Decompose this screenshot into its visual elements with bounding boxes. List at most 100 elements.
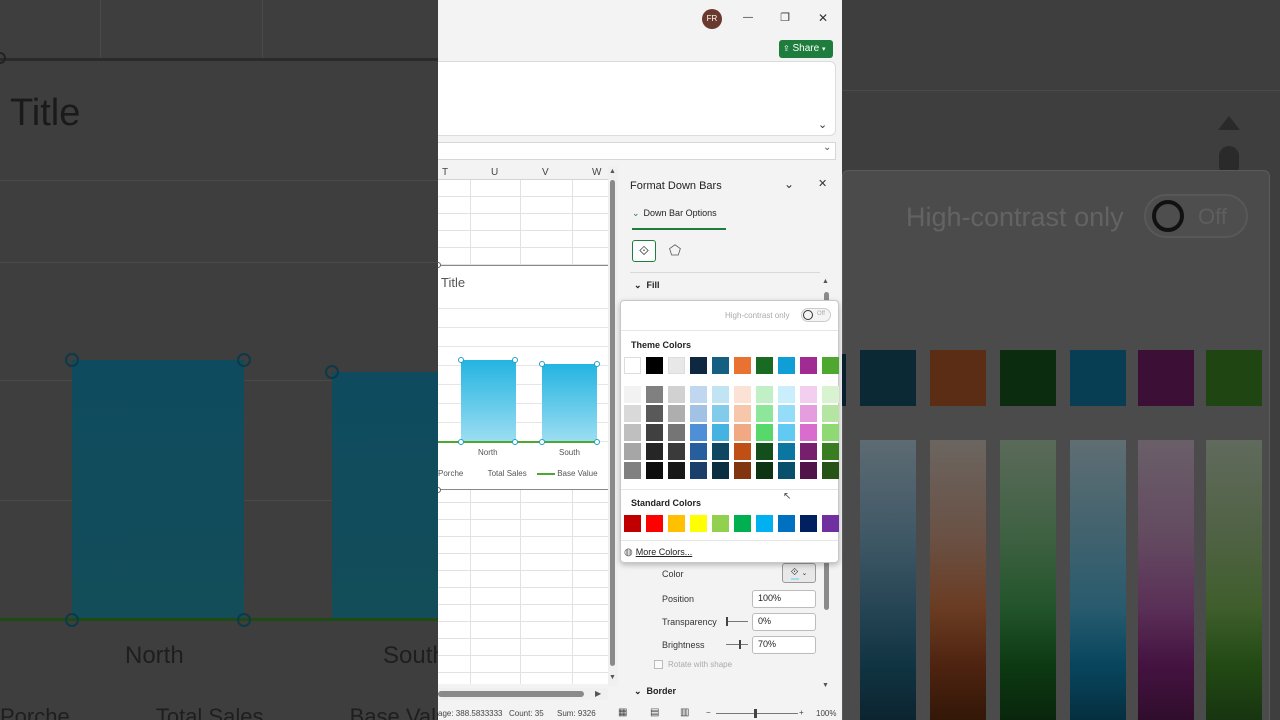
- fill-line-icon-button[interactable]: ⟐: [632, 240, 656, 262]
- formula-bar[interactable]: [438, 142, 836, 160]
- theme-tint-swatch[interactable]: [712, 405, 729, 422]
- theme-color-swatch[interactable]: [646, 357, 663, 374]
- theme-tint-swatch[interactable]: [712, 462, 729, 479]
- theme-tint-swatch[interactable]: [690, 443, 707, 460]
- theme-tint-swatch[interactable]: [822, 424, 839, 441]
- theme-tint-swatch[interactable]: [646, 405, 663, 422]
- theme-color-swatch[interactable]: [712, 357, 729, 374]
- theme-tint-swatch[interactable]: [668, 386, 685, 403]
- theme-tint-swatch[interactable]: [668, 443, 685, 460]
- theme-tint-swatch[interactable]: [778, 405, 795, 422]
- selection-handle[interactable]: [512, 357, 518, 363]
- theme-tint-swatch[interactable]: [734, 462, 751, 479]
- restore-button[interactable]: ❐: [775, 10, 795, 26]
- theme-tint-swatch[interactable]: [646, 462, 663, 479]
- transparency-slider-thumb[interactable]: [726, 617, 728, 626]
- theme-color-swatch[interactable]: [778, 357, 795, 374]
- page-layout-icon[interactable]: ▤: [650, 707, 659, 718]
- page-break-icon[interactable]: ▥: [680, 707, 689, 718]
- pane-close-button[interactable]: ✕: [818, 177, 827, 190]
- brightness-slider-thumb[interactable]: [739, 640, 741, 649]
- share-button[interactable]: ⇪ Share ▾: [779, 40, 833, 58]
- column-header-w[interactable]: W: [592, 167, 601, 178]
- theme-tint-swatch[interactable]: [734, 405, 751, 422]
- theme-tint-swatch[interactable]: [734, 386, 751, 403]
- theme-tint-swatch[interactable]: [646, 443, 663, 460]
- theme-tint-swatch[interactable]: [646, 386, 663, 403]
- sheet-scrollbar-vertical[interactable]: ▲ ▼: [608, 166, 618, 686]
- standard-color-swatch[interactable]: [756, 515, 773, 532]
- zoom-out-icon[interactable]: −: [706, 708, 711, 717]
- theme-color-swatch[interactable]: [800, 357, 817, 374]
- theme-tint-swatch[interactable]: [690, 462, 707, 479]
- sheet-scrollbar-horizontal[interactable]: ▶: [438, 688, 608, 700]
- transparency-input[interactable]: 0%: [752, 613, 816, 631]
- theme-tint-swatch[interactable]: [756, 386, 773, 403]
- selection-handle[interactable]: [539, 361, 545, 367]
- theme-tint-swatch[interactable]: [624, 405, 641, 422]
- standard-color-swatch[interactable]: [712, 515, 729, 532]
- scroll-up-icon[interactable]: ▲: [609, 168, 616, 175]
- standard-color-swatch[interactable]: [822, 515, 839, 532]
- scroll-down-icon[interactable]: ▼: [609, 674, 616, 681]
- standard-color-swatch[interactable]: [778, 515, 795, 532]
- theme-tint-swatch[interactable]: [756, 443, 773, 460]
- theme-color-swatch[interactable]: [668, 357, 685, 374]
- user-avatar[interactable]: FR: [702, 9, 722, 29]
- theme-color-swatch[interactable]: [734, 357, 751, 374]
- selection-handle[interactable]: [458, 439, 464, 445]
- fill-color-button[interactable]: ⟐ ⌄: [782, 563, 816, 583]
- theme-tint-swatch[interactable]: [756, 424, 773, 441]
- selection-handle[interactable]: [594, 439, 600, 445]
- standard-color-swatch[interactable]: [734, 515, 751, 532]
- theme-color-swatch[interactable]: [624, 357, 641, 374]
- theme-tint-swatch[interactable]: [822, 443, 839, 460]
- rotate-with-shape-checkbox[interactable]: [654, 660, 663, 669]
- position-input[interactable]: 100%: [752, 590, 816, 608]
- effects-pentagon-icon[interactable]: ⬠: [664, 240, 686, 262]
- selection-handle[interactable]: [539, 439, 545, 445]
- down-bar-south[interactable]: [542, 364, 597, 442]
- theme-color-swatch[interactable]: [756, 357, 773, 374]
- theme-tint-swatch[interactable]: [756, 405, 773, 422]
- standard-color-swatch[interactable]: [646, 515, 663, 532]
- theme-tint-swatch[interactable]: [822, 462, 839, 479]
- scroll-right-icon[interactable]: ▶: [595, 689, 601, 698]
- h-scroll-thumb[interactable]: [438, 691, 584, 697]
- standard-color-swatch[interactable]: [668, 515, 685, 532]
- column-header-u[interactable]: U: [491, 167, 498, 178]
- chart-title[interactable]: Title: [441, 275, 465, 290]
- theme-tint-swatch[interactable]: [822, 386, 839, 403]
- theme-tint-swatch[interactable]: [712, 424, 729, 441]
- selection-handle[interactable]: [594, 361, 600, 367]
- theme-tint-swatch[interactable]: [800, 462, 817, 479]
- theme-tint-swatch[interactable]: [800, 443, 817, 460]
- theme-color-swatch[interactable]: [690, 357, 707, 374]
- ribbon-expand-icon[interactable]: ⌄: [818, 118, 827, 131]
- theme-tint-swatch[interactable]: [756, 462, 773, 479]
- zoom-in-icon[interactable]: +: [799, 708, 804, 717]
- minimize-button[interactable]: —: [738, 10, 758, 26]
- normal-view-icon[interactable]: ▦: [618, 707, 627, 718]
- theme-tint-swatch[interactable]: [800, 386, 817, 403]
- theme-tint-swatch[interactable]: [734, 443, 751, 460]
- theme-tint-swatch[interactable]: [646, 424, 663, 441]
- standard-color-swatch[interactable]: [624, 515, 641, 532]
- theme-tint-swatch[interactable]: [822, 405, 839, 422]
- sheet-area[interactable]: T U V W Title North South Porche Total S…: [438, 166, 608, 684]
- close-window-button[interactable]: ✕: [813, 10, 833, 26]
- theme-tint-swatch[interactable]: [778, 386, 795, 403]
- brightness-slider[interactable]: [726, 644, 748, 645]
- selection-handle[interactable]: [512, 439, 518, 445]
- column-header-t[interactable]: T: [442, 167, 448, 178]
- theme-tint-swatch[interactable]: [778, 443, 795, 460]
- theme-tint-swatch[interactable]: [668, 405, 685, 422]
- theme-color-swatch[interactable]: [822, 357, 839, 374]
- zoom-slider-thumb[interactable]: [754, 709, 757, 718]
- chart-area[interactable]: Title North South Porche Total Sales Bas…: [438, 265, 608, 490]
- down-bar-north[interactable]: [461, 360, 516, 442]
- formula-expand-icon[interactable]: ⌄: [823, 142, 831, 153]
- theme-tint-swatch[interactable]: [624, 386, 641, 403]
- zoom-level[interactable]: 100%: [816, 709, 836, 718]
- theme-tint-swatch[interactable]: [690, 424, 707, 441]
